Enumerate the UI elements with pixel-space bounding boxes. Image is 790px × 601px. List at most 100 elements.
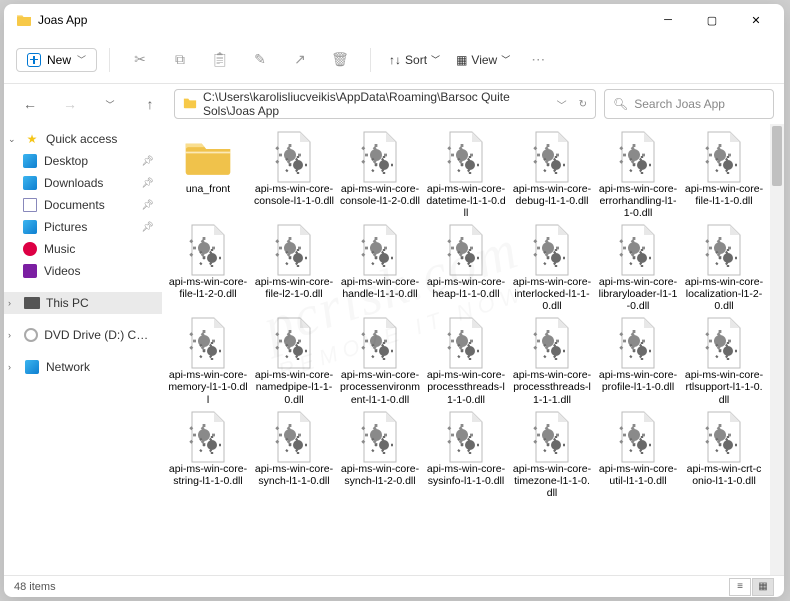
sort-button[interactable]: ↑↓ Sort ﹀ [383,49,446,71]
file-label: api-ms-win-core-namedpipe-l1-1-0.dll [254,369,334,405]
file-item[interactable]: api-ms-win-core-interlocked-l1-1-0.dll [510,223,594,314]
file-item[interactable]: api-ms-win-core-rtlsupport-l1-1-0.dll [682,316,766,407]
sidebar-item-music[interactable]: Music [4,238,162,260]
forward-button[interactable]: → [54,88,86,120]
up-button[interactable]: ﹀ [94,88,126,120]
dll-icon [527,318,577,368]
pin-icon: 📌︎ [141,200,154,211]
details-view-button[interactable]: ≡ [729,578,751,596]
sidebar-item-documents[interactable]: Documents📌︎ [4,194,162,216]
file-label: api-ms-win-core-processthreads-l1-1-1.dl… [512,369,592,405]
file-item[interactable]: api-ms-win-core-util-l1-1-0.dll [596,410,680,501]
file-label: api-ms-win-core-debug-l1-1-0.dll [512,183,592,207]
sidebar-item-downloads[interactable]: Downloads📌︎ [4,172,162,194]
icons-view-button[interactable]: ▦ [752,578,774,596]
file-item[interactable]: api-ms-win-core-console-l1-2-0.dll [338,130,422,221]
file-label: api-ms-win-core-processenvironment-l1-1-… [340,369,420,405]
file-item[interactable]: api-ms-win-core-namedpipe-l1-1-0.dll [252,316,336,407]
address-row: ← → ﹀ ↑ C:\Users\karolisliucveikis\AppDa… [4,84,784,124]
file-pane[interactable]: una_front api-ms-win-core-console-l1-1-0.… [162,124,784,575]
copy-icon[interactable]: ⧉ [162,44,198,76]
new-button[interactable]: New ﹀ [16,48,97,72]
file-item[interactable]: api-ms-win-core-processthreads-l1-1-1.dl… [510,316,594,407]
file-label: api-ms-win-core-handle-l1-1-0.dll [340,276,420,300]
view-button[interactable]: ▦ View ﹀ [450,49,516,71]
sidebar-item-pictures[interactable]: Pictures📌︎ [4,216,162,238]
paste-icon[interactable]: 📋︎ [202,44,238,76]
file-label: api-ms-win-crt-conio-l1-1-0.dll [684,463,764,487]
file-item[interactable]: api-ms-win-core-memory-l1-1-0.dll [166,316,250,407]
file-label: api-ms-win-core-sysinfo-l1-1-0.dll [426,463,506,487]
file-item[interactable]: api-ms-win-crt-conio-l1-1-0.dll [682,410,766,501]
file-item[interactable]: api-ms-win-core-timezone-l1-1-0.dll [510,410,594,501]
new-label: New [47,53,71,67]
file-item[interactable]: api-ms-win-core-errorhandling-l1-1-0.dll [596,130,680,221]
scroll-thumb[interactable] [772,126,782,186]
file-item[interactable]: api-ms-win-core-profile-l1-1-0.dll [596,316,680,407]
file-label: api-ms-win-core-interlocked-l1-1-0.dll [512,276,592,312]
file-item[interactable]: api-ms-win-core-processenvironment-l1-1-… [338,316,422,407]
file-item[interactable]: api-ms-win-core-synch-l1-2-0.dll [338,410,422,501]
cut-icon[interactable]: ✂ [122,44,158,76]
file-item[interactable]: api-ms-win-core-string-l1-1-0.dll [166,410,250,501]
dll-icon [183,318,233,368]
dvd-drive[interactable]: ›DVD Drive (D:) CCCC [4,324,162,346]
file-label: api-ms-win-core-file-l1-2-0.dll [168,276,248,300]
rename-icon[interactable]: ✎ [242,44,278,76]
dll-icon [613,225,663,275]
quick-access[interactable]: ⌄★Quick access [4,128,162,150]
file-label: api-ms-win-core-synch-l1-1-0.dll [254,463,334,487]
dll-icon [699,412,749,462]
file-item[interactable]: api-ms-win-core-localization-l1-2-0.dll [682,223,766,314]
file-item[interactable]: api-ms-win-core-datetime-l1-1-0.dll [424,130,508,221]
file-item[interactable]: api-ms-win-core-libraryloader-l1-1-0.dll [596,223,680,314]
file-item[interactable]: api-ms-win-core-processthreads-l1-1-0.dl… [424,316,508,407]
maximize-button[interactable]: ▢ [690,5,734,35]
item-count: 48 items [14,581,56,593]
delete-icon[interactable]: 🗑︎ [322,44,358,76]
folder-icon [183,96,197,113]
file-item[interactable]: api-ms-win-core-file-l1-1-0.dll [682,130,766,221]
file-item[interactable]: api-ms-win-core-file-l1-2-0.dll [166,223,250,314]
path-text: C:\Users\karolisliucveikis\AppData\Roami… [203,90,551,118]
chevron-down-icon[interactable]: ﹀ [557,97,567,112]
dll-icon [441,318,491,368]
file-label: api-ms-win-core-string-l1-1-0.dll [168,463,248,487]
file-item[interactable]: api-ms-win-core-console-l1-1-0.dll [252,130,336,221]
dll-icon [613,318,663,368]
close-button[interactable]: ✕ [734,5,778,35]
status-bar: 48 items ≡ ▦ [4,575,784,597]
folder-icon [183,132,233,182]
dll-icon [269,412,319,462]
file-item[interactable]: api-ms-win-core-handle-l1-1-0.dll [338,223,422,314]
this-pc[interactable]: ›This PC [4,292,162,314]
scrollbar[interactable] [770,124,784,575]
file-item[interactable]: api-ms-win-core-heap-l1-1-0.dll [424,223,508,314]
up-dir-button[interactable]: ↑ [134,88,166,120]
sidebar-item-desktop[interactable]: Desktop📌︎ [4,150,162,172]
dll-icon [441,132,491,182]
search-input[interactable]: 🔍︎ Search Joas App [604,89,774,119]
refresh-icon[interactable]: ↻ [579,99,587,110]
file-label: api-ms-win-core-memory-l1-1-0.dll [168,369,248,405]
window-title: Joas App [38,13,87,27]
back-button[interactable]: ← [14,88,46,120]
titlebar[interactable]: Joas App ─ ▢ ✕ [4,4,784,36]
file-item[interactable]: api-ms-win-core-synch-l1-1-0.dll [252,410,336,501]
file-label: una_front [186,183,230,195]
network[interactable]: ›Network [4,356,162,378]
file-label: api-ms-win-core-timezone-l1-1-0.dll [512,463,592,499]
minimize-button[interactable]: ─ [646,5,690,35]
folder-item[interactable]: una_front [166,130,250,221]
share-icon[interactable]: ↗ [282,44,318,76]
file-label: api-ms-win-core-console-l1-1-0.dll [254,183,334,207]
file-item[interactable]: api-ms-win-core-sysinfo-l1-1-0.dll [424,410,508,501]
sidebar-item-videos[interactable]: Videos [4,260,162,282]
pin-icon: 📌︎ [141,156,154,167]
dll-icon [355,132,405,182]
file-item[interactable]: api-ms-win-core-debug-l1-1-0.dll [510,130,594,221]
more-icon[interactable]: ⋯ [520,44,556,76]
address-bar[interactable]: C:\Users\karolisliucveikis\AppData\Roami… [174,89,596,119]
file-item[interactable]: api-ms-win-core-file-l2-1-0.dll [252,223,336,314]
dll-icon [527,412,577,462]
